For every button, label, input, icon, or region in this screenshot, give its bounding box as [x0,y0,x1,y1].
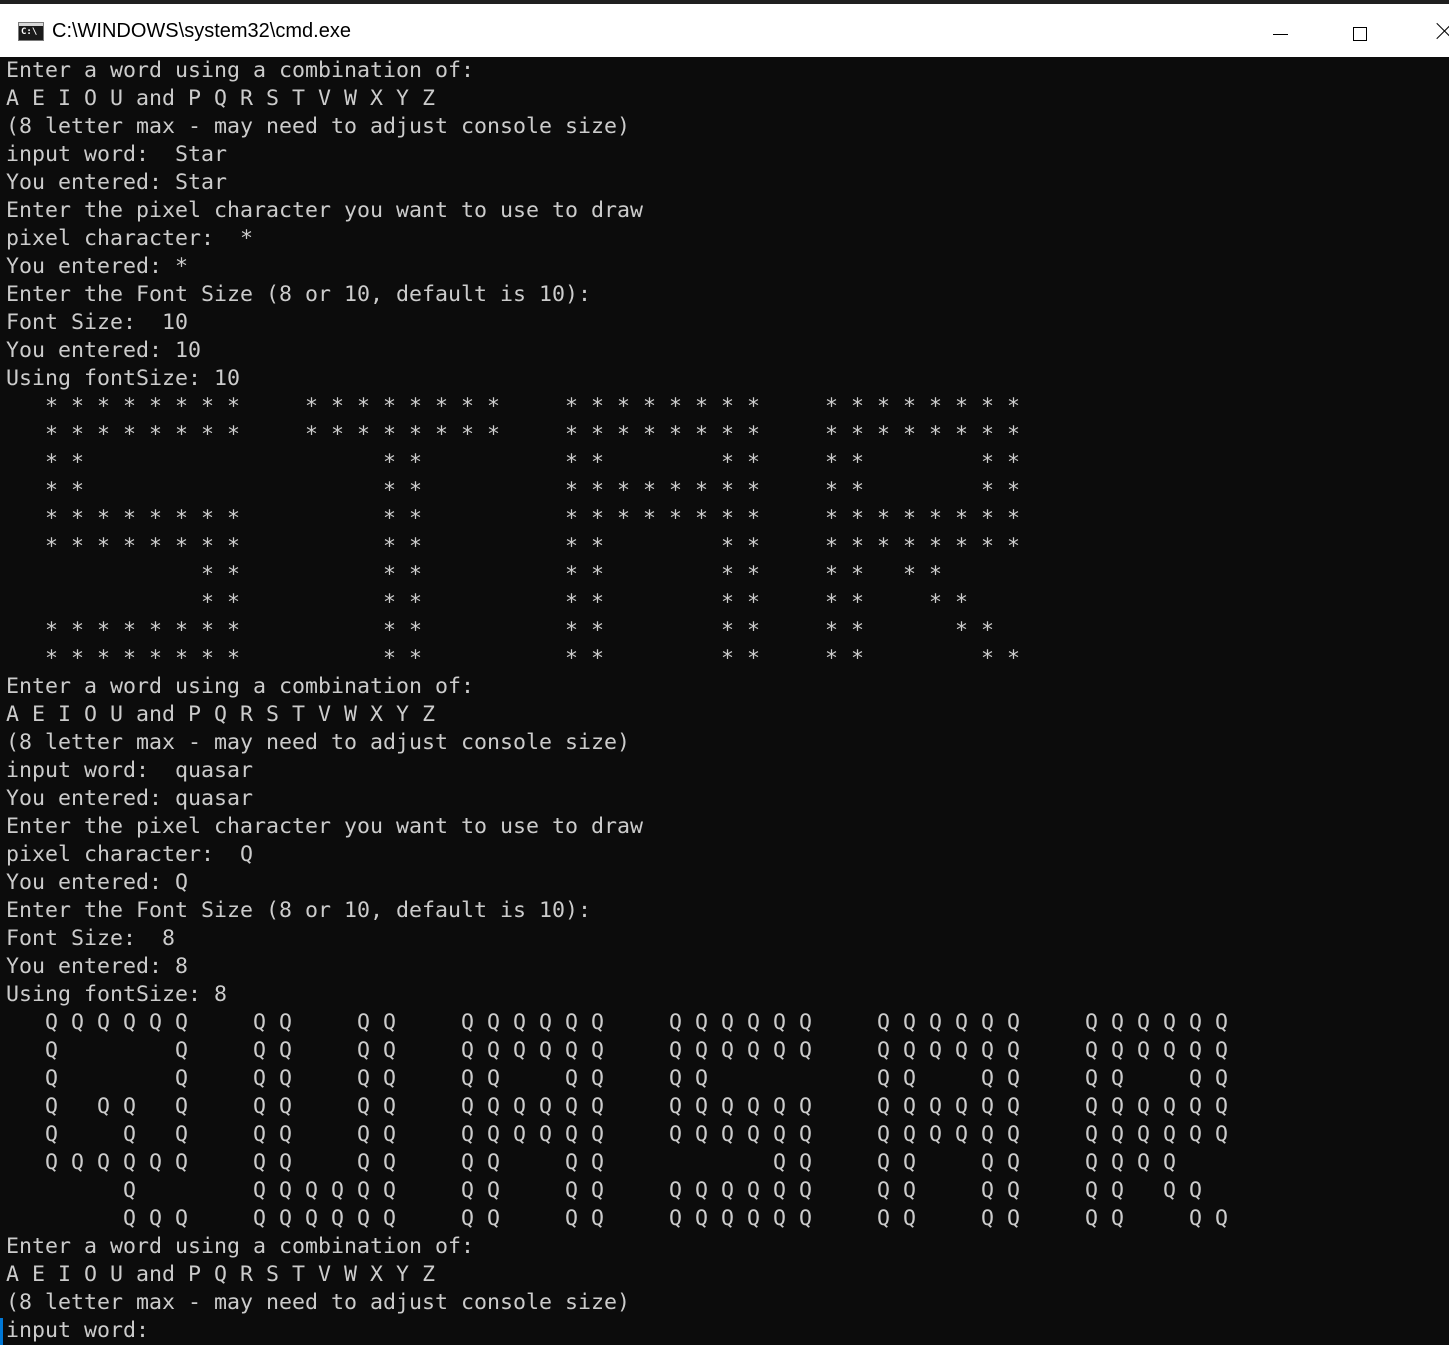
console-line: You entered: Q [6,870,189,895]
console-line: A E I O U and P Q R S T V W X Y Z [6,86,436,111]
console-line: Q Q Q Q Q Q Q Q Q Q Q Q Q Q Q Q Q Q Q Q … [6,1038,1229,1063]
console-line: * * * * * * * * * * * * * * * * * * * * … [6,534,1021,559]
console-line: Enter the pixel character you want to us… [6,198,644,223]
console-line: Q Q Q Q Q Q Q Q Q Q Q Q Q Q Q Q Q Q Q Q … [6,1178,1203,1203]
console-line: Q Q Q Q Q Q Q Q Q Q Q Q Q Q Q Q Q Q Q Q … [6,1094,1229,1119]
console-line: input word: Star [6,142,228,167]
console-line: * * * * * * * * * * * * * * * * [6,478,1021,503]
console-line: Font Size: 10 [6,310,189,335]
console-line: * * * * * * * * * * * * [6,590,969,615]
console-line: You entered: Star [6,170,228,195]
cmd-window: C:\ C:\WINDOWS\system32\cmd.exe Enter a … [0,0,1449,1345]
close-icon [1434,20,1449,42]
text-cursor [0,1318,3,1345]
console-line: A E I O U and P Q R S T V W X Y Z [6,702,436,727]
title-bar[interactable]: C:\ C:\WINDOWS\system32\cmd.exe [0,0,1449,57]
console-line: * * * * * * * * * * * * [6,562,943,587]
console-line: Q Q Q Q Q Q Q Q Q Q Q Q Q Q Q Q Q Q Q Q … [6,1150,1177,1175]
console-line: Enter the pixel character you want to us… [6,814,644,839]
window-title: C:\WINDOWS\system32\cmd.exe [52,20,351,42]
maximize-icon [1353,27,1367,41]
console-line: Q Q Q Q Q Q Q Q Q Q Q Q Q Q Q Q Q Q Q Q [6,1066,1229,1091]
close-button[interactable] [1400,8,1449,58]
console-line: Enter a word using a combination of: [6,674,475,699]
console-line: * * * * * * * * * * * * [6,450,1021,475]
minimize-icon [1273,34,1288,35]
console-line: Q Q Q Q Q Q Q Q Q Q Q Q Q Q Q Q Q Q Q Q … [6,1122,1229,1147]
console-line: Q Q Q Q Q Q Q Q Q Q Q Q Q Q Q Q Q Q Q Q … [6,1010,1229,1035]
console-line: * * * * * * * * * * * * * * * * * * [6,646,1021,671]
console-line: Using fontSize: 10 [6,366,241,391]
console-line: pixel character: Q [6,842,254,867]
console-line: You entered: 8 [6,954,189,979]
console-line: Using fontSize: 8 [6,982,228,1007]
cmd-icon[interactable]: C:\ [18,22,44,41]
console-line: Enter a word using a combination of: [6,1234,475,1259]
console-line: Q Q Q Q Q Q Q Q Q Q Q Q Q Q Q Q Q Q Q Q … [6,1206,1229,1231]
console-line: You entered: 10 [6,338,202,363]
console-output[interactable]: Enter a word using a combination of: A E … [0,57,1449,1345]
console-line: Font Size: 8 [6,926,176,951]
console-line: * * * * * * * * * * * * * * * * * * * * … [6,422,1021,447]
minimize-button[interactable] [1240,8,1320,58]
console-line: input word: [6,1318,150,1343]
console-line: (8 letter max - may need to adjust conso… [6,1290,631,1315]
cmd-icon-label: C:\ [21,27,38,37]
console-line: (8 letter max - may need to adjust conso… [6,730,631,755]
console-line: * * * * * * * * * * * * * * * * * * [6,618,995,643]
console-line: input word: quasar [6,758,254,783]
console-line: pixel character: * [6,226,254,251]
console-line: * * * * * * * * * * * * * * * * * * * * … [6,506,1021,531]
console-line: You entered: quasar [6,786,254,811]
console-line: (8 letter max - may need to adjust conso… [6,114,631,139]
console-line: A E I O U and P Q R S T V W X Y Z [6,1262,436,1287]
console-line: Enter the Font Size (8 or 10, default is… [6,282,592,307]
console-line: Enter a word using a combination of: [6,58,475,83]
console-line: Enter the Font Size (8 or 10, default is… [6,898,592,923]
console-line: * * * * * * * * * * * * * * * * * * * * … [6,394,1021,419]
maximize-button[interactable] [1320,8,1400,58]
console-line: You entered: * [6,254,189,279]
